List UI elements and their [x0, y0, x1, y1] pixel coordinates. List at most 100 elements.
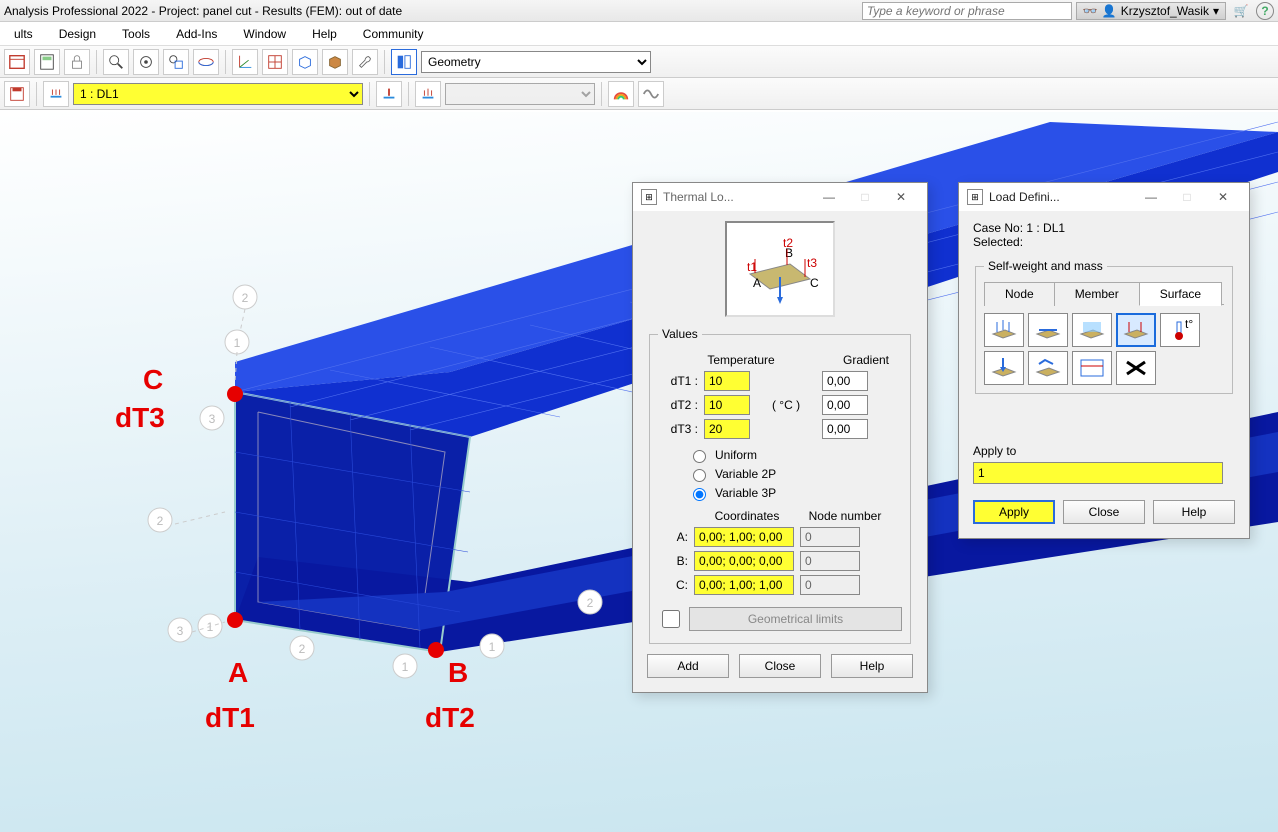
- load-surface-uniform-icon[interactable]: [984, 313, 1024, 347]
- user-menu[interactable]: 👓 👤 Krzysztof_Wasik▾: [1076, 2, 1226, 20]
- dialog-icon: ⊞: [967, 189, 983, 205]
- tab-node[interactable]: Node: [984, 282, 1055, 306]
- coord-c-input[interactable]: [694, 575, 794, 595]
- help-button[interactable]: Help: [1153, 500, 1235, 524]
- load-surface-linear-icon[interactable]: [1028, 313, 1068, 347]
- node-b-input[interactable]: [800, 551, 860, 571]
- coord-a-input[interactable]: [694, 527, 794, 547]
- load-surface-area-icon[interactable]: [1072, 351, 1112, 385]
- radio-uniform[interactable]: Uniform: [688, 447, 902, 463]
- node-a-input[interactable]: [800, 527, 860, 547]
- search-input[interactable]: [862, 2, 1072, 20]
- svg-text:1: 1: [489, 640, 496, 654]
- menu-window[interactable]: Window: [231, 24, 298, 44]
- help-button[interactable]: Help: [831, 654, 913, 678]
- dt1-input[interactable]: [704, 371, 750, 391]
- svg-text:3: 3: [177, 624, 184, 638]
- values-frame: Values Temperature Gradient dT1 : dT2 : …: [649, 327, 911, 644]
- calculator-icon[interactable]: [34, 49, 60, 75]
- svg-text:t1: t1: [747, 260, 757, 274]
- save-report-icon[interactable]: [4, 81, 30, 107]
- dt2-label: dT2 :: [658, 398, 698, 412]
- anno-dt3: dT3: [115, 402, 165, 434]
- sinewave-icon[interactable]: [638, 81, 664, 107]
- apply-button[interactable]: Apply: [973, 500, 1055, 524]
- load-surface-delete-icon[interactable]: [1116, 351, 1156, 385]
- lock-icon[interactable]: [64, 49, 90, 75]
- dt2-gradient-input[interactable]: [822, 395, 868, 415]
- grid-view-icon[interactable]: [262, 49, 288, 75]
- self-weight-legend: Self-weight and mass: [984, 259, 1107, 273]
- menu-help[interactable]: Help: [300, 24, 349, 44]
- close-button[interactable]: Close: [1063, 500, 1145, 524]
- case-no-label: Case No: 1 : DL1: [973, 221, 1235, 235]
- load-definition-dialog: ⊞ Load Defini... — □ ✕ Case No: 1 : DL1 …: [958, 182, 1250, 539]
- apply-to-label: Apply to: [973, 444, 1235, 458]
- load-dialog-titlebar[interactable]: ⊞ Load Defini... — □ ✕: [959, 183, 1249, 211]
- dt3-gradient-input[interactable]: [822, 419, 868, 439]
- load-type-2-icon[interactable]: [415, 81, 441, 107]
- minimize-icon[interactable]: —: [811, 184, 847, 210]
- rainbow-icon[interactable]: [608, 81, 634, 107]
- load-type-1-icon[interactable]: [376, 81, 402, 107]
- load-surface-point-icon[interactable]: [984, 351, 1024, 385]
- close-icon[interactable]: ✕: [883, 184, 919, 210]
- user-name: Krzysztof_Wasik: [1121, 4, 1209, 18]
- add-button[interactable]: Add: [647, 654, 729, 678]
- svg-text:3: 3: [209, 412, 216, 426]
- tab-surface[interactable]: Surface: [1139, 282, 1222, 306]
- layout-toggle-icon[interactable]: [391, 49, 417, 75]
- load-icon[interactable]: [43, 81, 69, 107]
- dt2-input[interactable]: [704, 395, 750, 415]
- person-icon: 👤: [1102, 4, 1117, 18]
- menu-tools[interactable]: Tools: [110, 24, 162, 44]
- binoculars-icon: 👓: [1083, 4, 1098, 18]
- self-weight-frame: Self-weight and mass Node Member Surface…: [975, 259, 1233, 394]
- unit-label: ( °C ): [756, 398, 816, 412]
- iso-view-icon[interactable]: [292, 49, 318, 75]
- load-surface-contour-icon[interactable]: [1028, 351, 1068, 385]
- svg-text:C: C: [810, 276, 819, 290]
- maximize-icon[interactable]: □: [1169, 184, 1205, 210]
- apply-to-input[interactable]: [973, 462, 1223, 484]
- zoom-window-icon[interactable]: [163, 49, 189, 75]
- menu-design[interactable]: Design: [47, 24, 108, 44]
- svg-text:t°: t°: [1185, 318, 1193, 331]
- load-surface-thermal-icon[interactable]: [1116, 313, 1156, 347]
- dt1-gradient-input[interactable]: [822, 371, 868, 391]
- help-icon[interactable]: ?: [1256, 2, 1274, 20]
- menu-addins[interactable]: Add-Ins: [164, 24, 229, 44]
- tab-member[interactable]: Member: [1054, 282, 1140, 306]
- geom-limits-checkbox[interactable]: [662, 610, 680, 628]
- close-button[interactable]: Close: [739, 654, 821, 678]
- maximize-icon[interactable]: □: [847, 184, 883, 210]
- loadcase-select[interactable]: 1 : DL1: [73, 83, 363, 105]
- dt3-input[interactable]: [704, 419, 750, 439]
- anno-a: A: [228, 657, 248, 689]
- radio-variable-2p[interactable]: Variable 2P: [688, 466, 902, 482]
- radio-variable-3p[interactable]: Variable 3P: [688, 485, 902, 501]
- close-icon[interactable]: ✕: [1205, 184, 1241, 210]
- menu-community[interactable]: Community: [351, 24, 436, 44]
- zoom-icon[interactable]: [103, 49, 129, 75]
- temperature-header: Temperature: [698, 353, 784, 367]
- node-c-input[interactable]: [800, 575, 860, 595]
- orbit-icon[interactable]: [193, 49, 219, 75]
- calendar-icon[interactable]: [4, 49, 30, 75]
- thermal-dialog-titlebar[interactable]: ⊞ Thermal Lo... — □ ✕: [633, 183, 927, 211]
- load-surface-hydro-icon[interactable]: [1072, 313, 1112, 347]
- axes-icon[interactable]: [232, 49, 258, 75]
- cart-icon[interactable]: 🛒: [1232, 2, 1250, 20]
- minimize-icon[interactable]: —: [1133, 184, 1169, 210]
- menu-results[interactable]: ults: [2, 24, 45, 44]
- geom-limits-button[interactable]: Geometrical limits: [689, 607, 902, 631]
- wrench-icon[interactable]: [352, 49, 378, 75]
- load-surface-temp-icon[interactable]: t°: [1160, 313, 1200, 347]
- aux-select-1[interactable]: [445, 83, 595, 105]
- zoom-target-icon[interactable]: [133, 49, 159, 75]
- thermal-diagram: t1 t2 t3 A B C: [725, 221, 835, 317]
- svg-text:2: 2: [299, 642, 306, 656]
- coord-b-input[interactable]: [694, 551, 794, 571]
- section-icon[interactable]: [322, 49, 348, 75]
- display-mode-select[interactable]: Geometry: [421, 51, 651, 73]
